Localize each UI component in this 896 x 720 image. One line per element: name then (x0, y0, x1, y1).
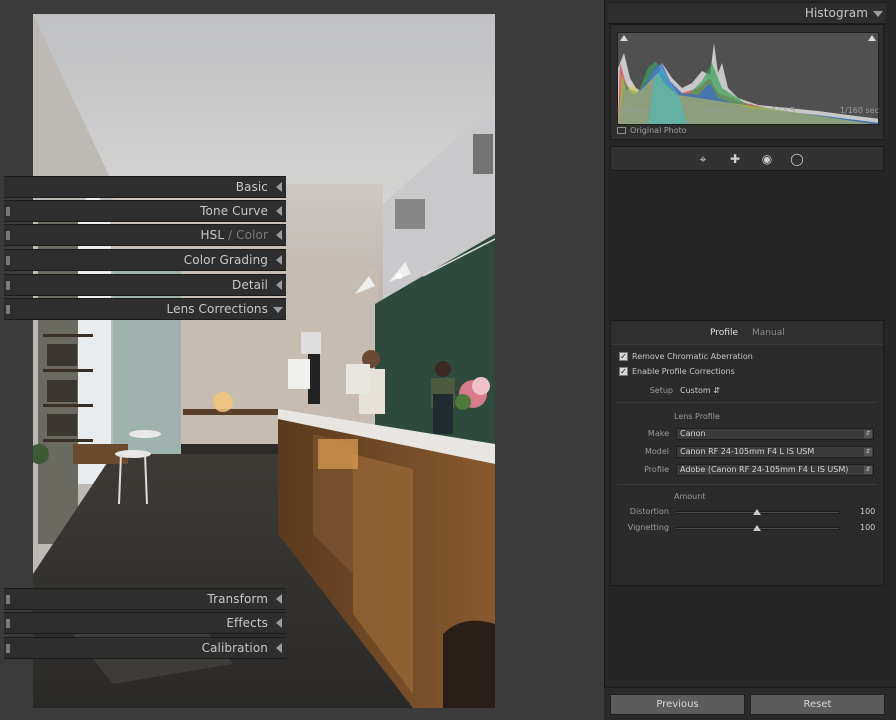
panel-color-grading[interactable]: Color Grading (4, 249, 286, 271)
lens-corrections-body: Profile Manual ✓ Remove Chromatic Aberra… (610, 320, 884, 586)
shadow-clipping-icon[interactable] (620, 35, 628, 41)
hsl-tab[interactable]: HSL (201, 228, 225, 242)
redeye-icon[interactable]: ◉ (759, 151, 775, 167)
mask-icon[interactable]: ◯ (789, 151, 805, 167)
aperture-value: ƒ / 4,5 (772, 106, 796, 115)
previous-button[interactable]: Previous (610, 694, 745, 715)
panel-tone-curve[interactable]: Tone Curve (4, 200, 286, 222)
panel-switch-icon[interactable] (6, 256, 10, 265)
hsl-separator: / (224, 228, 237, 242)
panel-calibration-title: Calibration (201, 641, 268, 655)
color-tab[interactable]: Color (236, 228, 268, 242)
setup-value: Custom (680, 386, 711, 395)
vignetting-label: Vignetting (627, 523, 669, 532)
profile-value: Adobe (Canon RF 24-105mm F4 L IS USM) (680, 465, 849, 474)
lens-tabs: Profile Manual (611, 321, 883, 345)
enable-profile-checkbox[interactable]: ✓ (619, 367, 628, 376)
original-photo-toggle[interactable]: Original Photo (617, 126, 687, 135)
histogram-title: Histogram (804, 6, 868, 20)
focal-length-value: 26 mm (703, 106, 732, 115)
lens-profile-heading: Lens Profile (674, 412, 720, 421)
panel-switch-icon[interactable] (6, 644, 10, 653)
expand-arrow-icon (276, 594, 282, 604)
panel-detail[interactable]: Detail (4, 274, 286, 296)
reset-button[interactable]: Reset (750, 694, 885, 715)
panel-switch-icon[interactable] (6, 281, 10, 290)
histogram-box: ISO 800 26 mm ƒ / 4,5 1/160 sec Original… (610, 24, 884, 140)
panel-switch-icon[interactable] (6, 595, 10, 604)
panel-lens-corrections-title: Lens Corrections (166, 302, 268, 316)
make-label: Make (647, 429, 669, 438)
panel-effects[interactable]: Effects (4, 612, 286, 634)
expand-arrow-icon (276, 643, 282, 653)
vignetting-slider-thumb[interactable] (753, 525, 761, 531)
make-value: Canon (680, 429, 706, 438)
enable-profile-label: Enable Profile Corrections (632, 367, 735, 376)
remove-ca-row[interactable]: ✓ Remove Chromatic Aberration (619, 352, 753, 361)
profile-select[interactable]: Adobe (Canon RF 24-105mm F4 L IS USM) ⇵ (676, 464, 874, 476)
stepper-icon: ⇵ (864, 448, 872, 456)
panel-detail-title: Detail (232, 278, 268, 292)
model-value: Canon RF 24-105mm F4 L IS USM (680, 447, 815, 456)
panel-color-grading-title: Color Grading (183, 253, 268, 267)
distortion-value[interactable]: 100 (860, 507, 875, 516)
model-select[interactable]: Canon RF 24-105mm F4 L IS USM ⇵ (676, 446, 874, 458)
panel-effects-title: Effects (226, 616, 268, 630)
setup-dropdown[interactable]: Custom ⇵ (680, 386, 720, 395)
highlight-clipping-icon[interactable] (868, 35, 876, 41)
remove-ca-checkbox[interactable]: ✓ (619, 352, 628, 361)
tab-profile[interactable]: Profile (710, 328, 738, 338)
make-select[interactable]: Canon ⇵ (676, 428, 874, 440)
divider (617, 402, 877, 403)
original-photo-label: Original Photo (630, 126, 687, 135)
original-photo-checkbox[interactable] (617, 127, 626, 134)
tool-strip: ⌖ ✚ ◉ ◯ (610, 146, 884, 171)
panel-transform-title: Transform (207, 592, 268, 606)
heal-icon[interactable]: ✚ (727, 151, 743, 167)
histogram-header[interactable]: Histogram (608, 2, 886, 24)
expand-arrow-icon (276, 230, 282, 240)
collapse-arrow-icon (273, 307, 283, 313)
panel-hsl[interactable]: HSL / Color (4, 224, 286, 246)
iso-value: ISO 800 (617, 106, 649, 115)
divider (617, 484, 877, 485)
amount-heading: Amount (674, 492, 706, 501)
expand-arrow-icon (276, 182, 282, 192)
panel-switch-icon[interactable] (6, 207, 10, 216)
remove-ca-label: Remove Chromatic Aberration (632, 352, 753, 361)
shutter-value: 1/160 sec (839, 106, 879, 115)
crop-icon[interactable]: ⌖ (695, 151, 711, 167)
collapse-arrow-icon (873, 11, 883, 17)
vignetting-value[interactable]: 100 (860, 523, 875, 532)
stepper-icon: ⇵ (864, 430, 872, 438)
expand-arrow-icon (276, 255, 282, 265)
panel-hsl-title: HSL / Color (201, 228, 268, 242)
panel-tone-curve-title: Tone Curve (200, 204, 268, 218)
tab-manual[interactable]: Manual (752, 328, 785, 338)
panel-transform[interactable]: Transform (4, 588, 286, 610)
panel-calibration[interactable]: Calibration (4, 637, 286, 659)
panel-basic[interactable]: Basic (4, 176, 286, 198)
expand-arrow-icon (276, 618, 282, 628)
distortion-slider-thumb[interactable] (753, 509, 761, 515)
expand-arrow-icon (276, 280, 282, 290)
panel-basic-title: Basic (235, 180, 268, 194)
model-label: Model (644, 447, 669, 456)
panel-switch-icon[interactable] (6, 619, 10, 628)
enable-profile-row[interactable]: ✓ Enable Profile Corrections (619, 367, 735, 376)
profile-label: Profile (644, 465, 669, 474)
distortion-label: Distortion (629, 507, 669, 516)
stepper-icon: ⇵ (864, 466, 872, 474)
panel-switch-icon[interactable] (6, 231, 10, 240)
panel-lens-corrections[interactable]: Lens Corrections (4, 298, 286, 320)
setup-label: Setup (649, 386, 673, 395)
panel-switch-icon[interactable] (6, 305, 10, 314)
expand-arrow-icon (276, 206, 282, 216)
